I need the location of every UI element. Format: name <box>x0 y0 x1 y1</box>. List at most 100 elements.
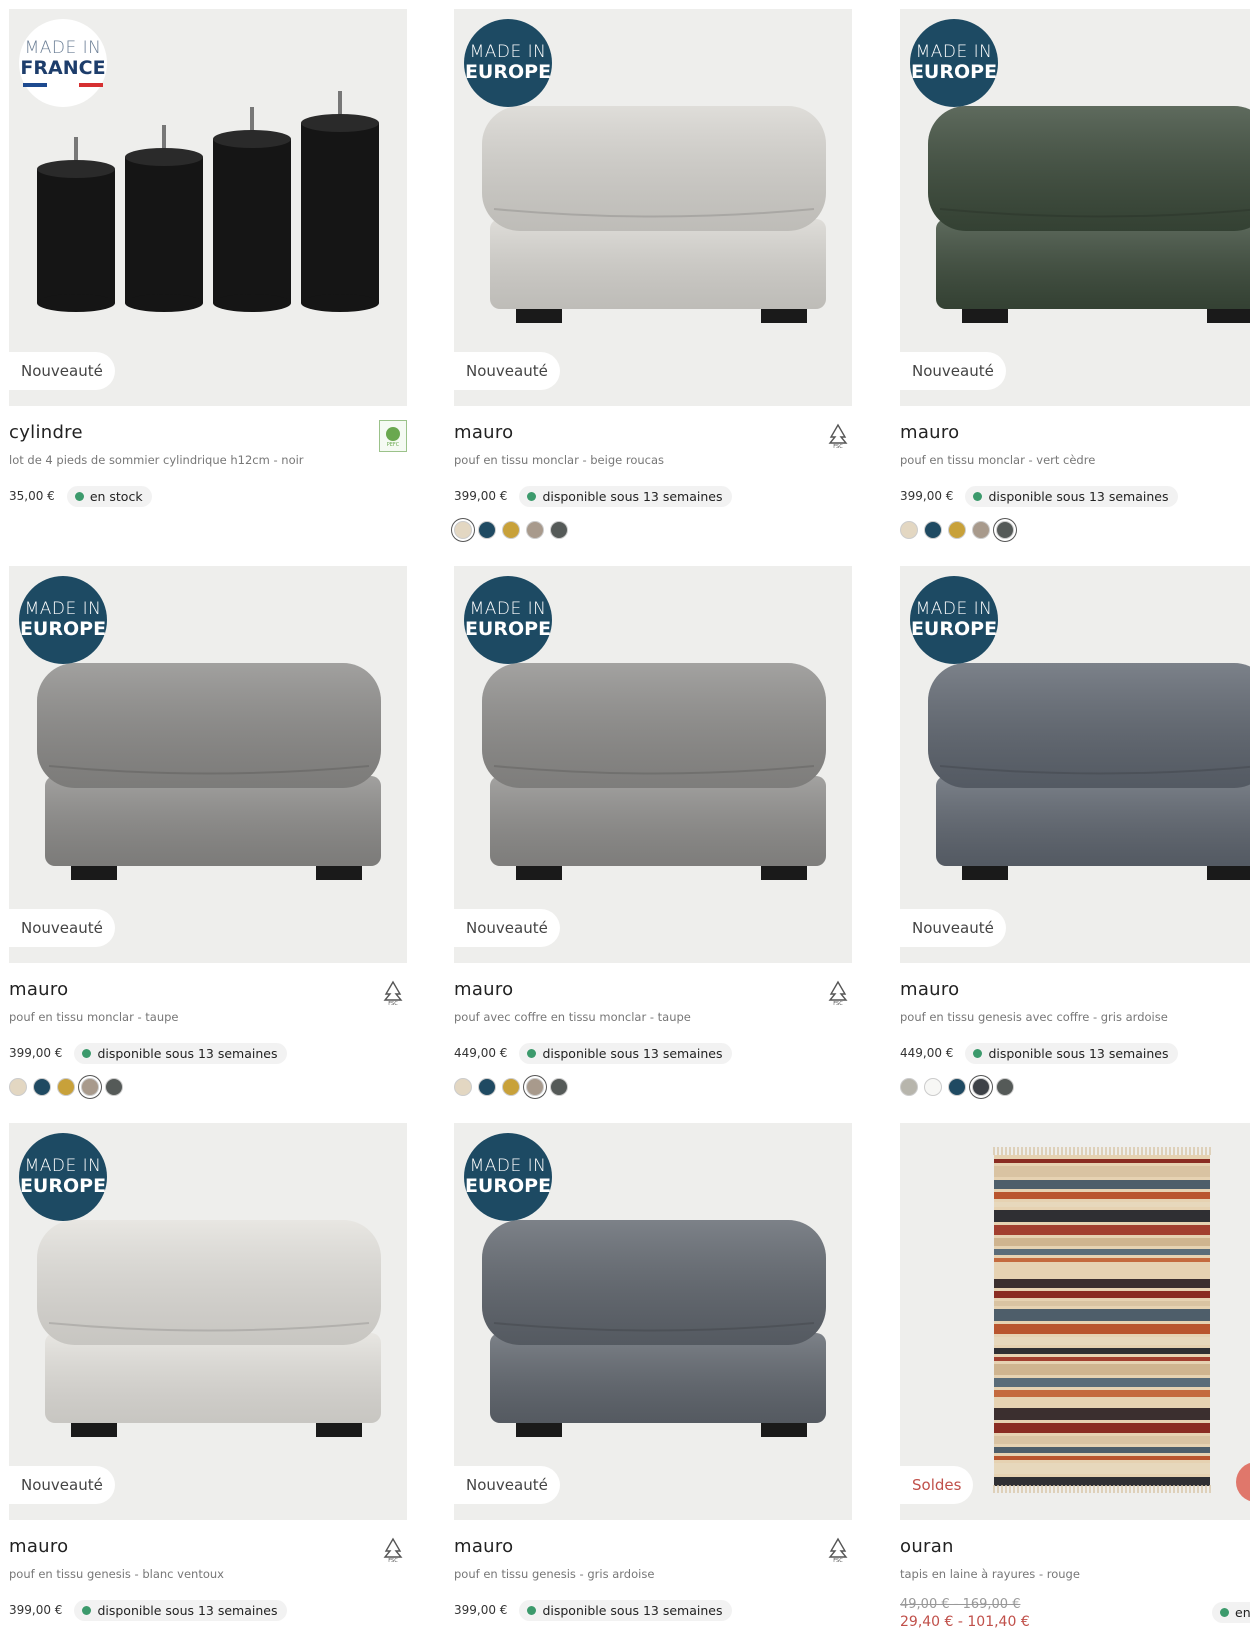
new-badge: Nouveauté <box>454 909 560 947</box>
product-media[interactable]: MADE IN EUROPE Nouveauté <box>9 566 407 963</box>
stock-status: en <box>1212 1602 1250 1623</box>
product-card[interactable]: MADE IN FRANCE Nouveauté cylindre lot de 4 p… <box>9 9 407 507</box>
product-title[interactable]: mauro <box>454 1536 852 1557</box>
product-title[interactable]: ouran <box>900 1536 1250 1557</box>
badge-line-2: EUROPE <box>910 61 998 83</box>
svg-text:FSC: FSC <box>388 1558 398 1563</box>
product-description[interactable]: pouf en tissu monclar - taupe <box>9 1010 407 1024</box>
color-swatch[interactable] <box>924 1078 942 1096</box>
stock-label: disponible sous 13 semaines <box>542 488 723 504</box>
product-title[interactable]: mauro <box>454 422 852 443</box>
product-description[interactable]: pouf avec coffre en tissu monclar - taup… <box>454 1010 852 1024</box>
product-title[interactable]: mauro <box>454 979 852 1000</box>
product-info: mauro pouf en tissu monclar - beige rouca… <box>454 406 852 539</box>
color-swatch[interactable] <box>996 1078 1014 1096</box>
product-title[interactable]: mauro <box>900 979 1250 1000</box>
badge-line-1: MADE IN <box>469 1156 547 1176</box>
product-card[interactable]: MADE IN EUROPE Nouveauté mauro pouf en tissu… <box>900 9 1250 539</box>
fsc-icon: FSC <box>379 1534 407 1566</box>
product-description[interactable]: pouf en tissu genesis avec coffre - gris… <box>900 1010 1250 1024</box>
stock-status: disponible sous 13 semaines <box>519 1042 732 1064</box>
product-title[interactable]: cylindre <box>9 422 407 443</box>
product-description[interactable]: tapis en laine à rayures - rouge <box>900 1567 1250 1581</box>
color-swatch[interactable] <box>33 1078 51 1096</box>
color-swatch[interactable] <box>972 1078 990 1096</box>
new-badge: Soldes <box>900 1466 974 1504</box>
product-price: 399,00 € <box>9 1046 63 1060</box>
product-description[interactable]: lot de 4 pieds de sommier cylindrique h1… <box>9 453 407 467</box>
color-swatches <box>900 521 1250 539</box>
color-swatch[interactable] <box>105 1078 123 1096</box>
color-swatch[interactable] <box>550 521 568 539</box>
badge-line-2: EUROPE <box>464 1175 552 1197</box>
product-card[interactable]: MADE IN EUROPE Nouveauté mauro pouf en tissu… <box>454 1123 852 1621</box>
color-swatch[interactable] <box>57 1078 75 1096</box>
svg-text:PEFC: PEFC <box>387 442 400 447</box>
product-title[interactable]: mauro <box>900 422 1250 443</box>
color-swatch[interactable] <box>9 1078 27 1096</box>
product-media[interactable]: MADE IN EUROPE Nouveauté <box>454 9 852 406</box>
color-swatch[interactable] <box>948 521 966 539</box>
color-swatch[interactable] <box>526 521 544 539</box>
product-price: 449,00 € <box>454 1046 508 1060</box>
product-image[interactable] <box>900 1123 1250 1520</box>
product-info: mauro pouf en tissu genesis avec coffre -… <box>900 963 1250 1096</box>
stock-label: en <box>1235 1605 1250 1620</box>
made-in-badge: MADE IN FRANCE <box>19 19 107 107</box>
color-swatch[interactable] <box>454 521 472 539</box>
color-swatch[interactable] <box>81 1078 99 1096</box>
color-swatch[interactable] <box>502 521 520 539</box>
product-title[interactable]: mauro <box>9 979 407 1000</box>
color-swatch[interactable] <box>924 521 942 539</box>
badge-line-2: EUROPE <box>910 618 998 640</box>
product-media[interactable]: Soldes <box>900 1123 1250 1520</box>
stock-status: disponible sous 13 semaines <box>74 1599 287 1621</box>
product-description[interactable]: pouf en tissu monclar - vert cèdre <box>900 453 1250 467</box>
color-swatch[interactable] <box>972 521 990 539</box>
product-card[interactable]: MADE IN EUROPE Nouveauté mauro pouf en tissu… <box>9 1123 407 1621</box>
svg-text:FSC: FSC <box>833 1001 843 1006</box>
product-info: mauro pouf en tissu monclar - vert cèdre 3… <box>900 406 1250 539</box>
color-swatch[interactable] <box>996 521 1014 539</box>
product-media[interactable]: MADE IN EUROPE Nouveauté <box>900 566 1250 963</box>
color-swatch[interactable] <box>502 1078 520 1096</box>
product-media[interactable]: MADE IN EUROPE Nouveauté <box>454 1123 852 1520</box>
stock-dot-icon <box>82 1048 92 1058</box>
product-media[interactable]: MADE IN FRANCE Nouveauté <box>9 9 407 406</box>
color-swatch[interactable] <box>454 1078 472 1096</box>
product-media[interactable]: MADE IN EUROPE Nouveauté <box>900 9 1250 406</box>
price-row: 399,00 € disponible sous 13 semaines <box>9 1599 407 1621</box>
product-card[interactable]: MADE IN EUROPE Nouveauté mauro pouf en tissu… <box>900 566 1250 1096</box>
color-swatches <box>9 1078 407 1096</box>
product-description[interactable]: pouf en tissu monclar - beige roucas <box>454 453 852 467</box>
product-card[interactable]: MADE IN EUROPE Nouveauté mauro pouf en tissu… <box>454 9 852 539</box>
product-card[interactable]: MADE IN EUROPE Nouveauté mauro pouf avec cof… <box>454 566 852 1096</box>
color-swatch[interactable] <box>550 1078 568 1096</box>
flag-stripe <box>23 82 47 87</box>
product-title[interactable]: mauro <box>9 1536 407 1557</box>
price-row: 35,00 € en stock <box>9 485 407 507</box>
color-swatch[interactable] <box>900 1078 918 1096</box>
product-media[interactable]: MADE IN EUROPE Nouveauté <box>9 1123 407 1520</box>
color-swatch[interactable] <box>526 1078 544 1096</box>
color-swatches <box>454 521 852 539</box>
product-card[interactable]: MADE IN EUROPE Nouveauté mauro pouf en tissu… <box>9 566 407 1096</box>
stock-dot-icon <box>1220 1608 1229 1617</box>
stock-label: disponible sous 13 semaines <box>988 1045 1169 1061</box>
stock-dot-icon <box>973 491 983 501</box>
flag-stripe <box>51 82 75 87</box>
product-description[interactable]: pouf en tissu genesis - gris ardoise <box>454 1567 852 1581</box>
product-card[interactable]: Soldes ouran tapis en laine à rayures - ro… <box>900 1123 1250 1630</box>
made-in-badge: MADE IN EUROPE <box>19 1133 107 1221</box>
product-description[interactable]: pouf en tissu genesis - blanc ventoux <box>9 1567 407 1581</box>
color-swatch[interactable] <box>478 1078 496 1096</box>
product-price: 449,00 € <box>900 1046 954 1060</box>
color-swatch[interactable] <box>478 521 496 539</box>
product-info: mauro pouf avec coffre en tissu monclar -… <box>454 963 852 1096</box>
product-info: mauro pouf en tissu monclar - taupe FSC 399… <box>9 963 407 1096</box>
color-swatch[interactable] <box>948 1078 966 1096</box>
product-media[interactable]: MADE IN EUROPE Nouveauté <box>454 566 852 963</box>
badge-line-2: EUROPE <box>464 618 552 640</box>
stock-status: disponible sous 13 semaines <box>965 485 1178 507</box>
color-swatch[interactable] <box>900 521 918 539</box>
